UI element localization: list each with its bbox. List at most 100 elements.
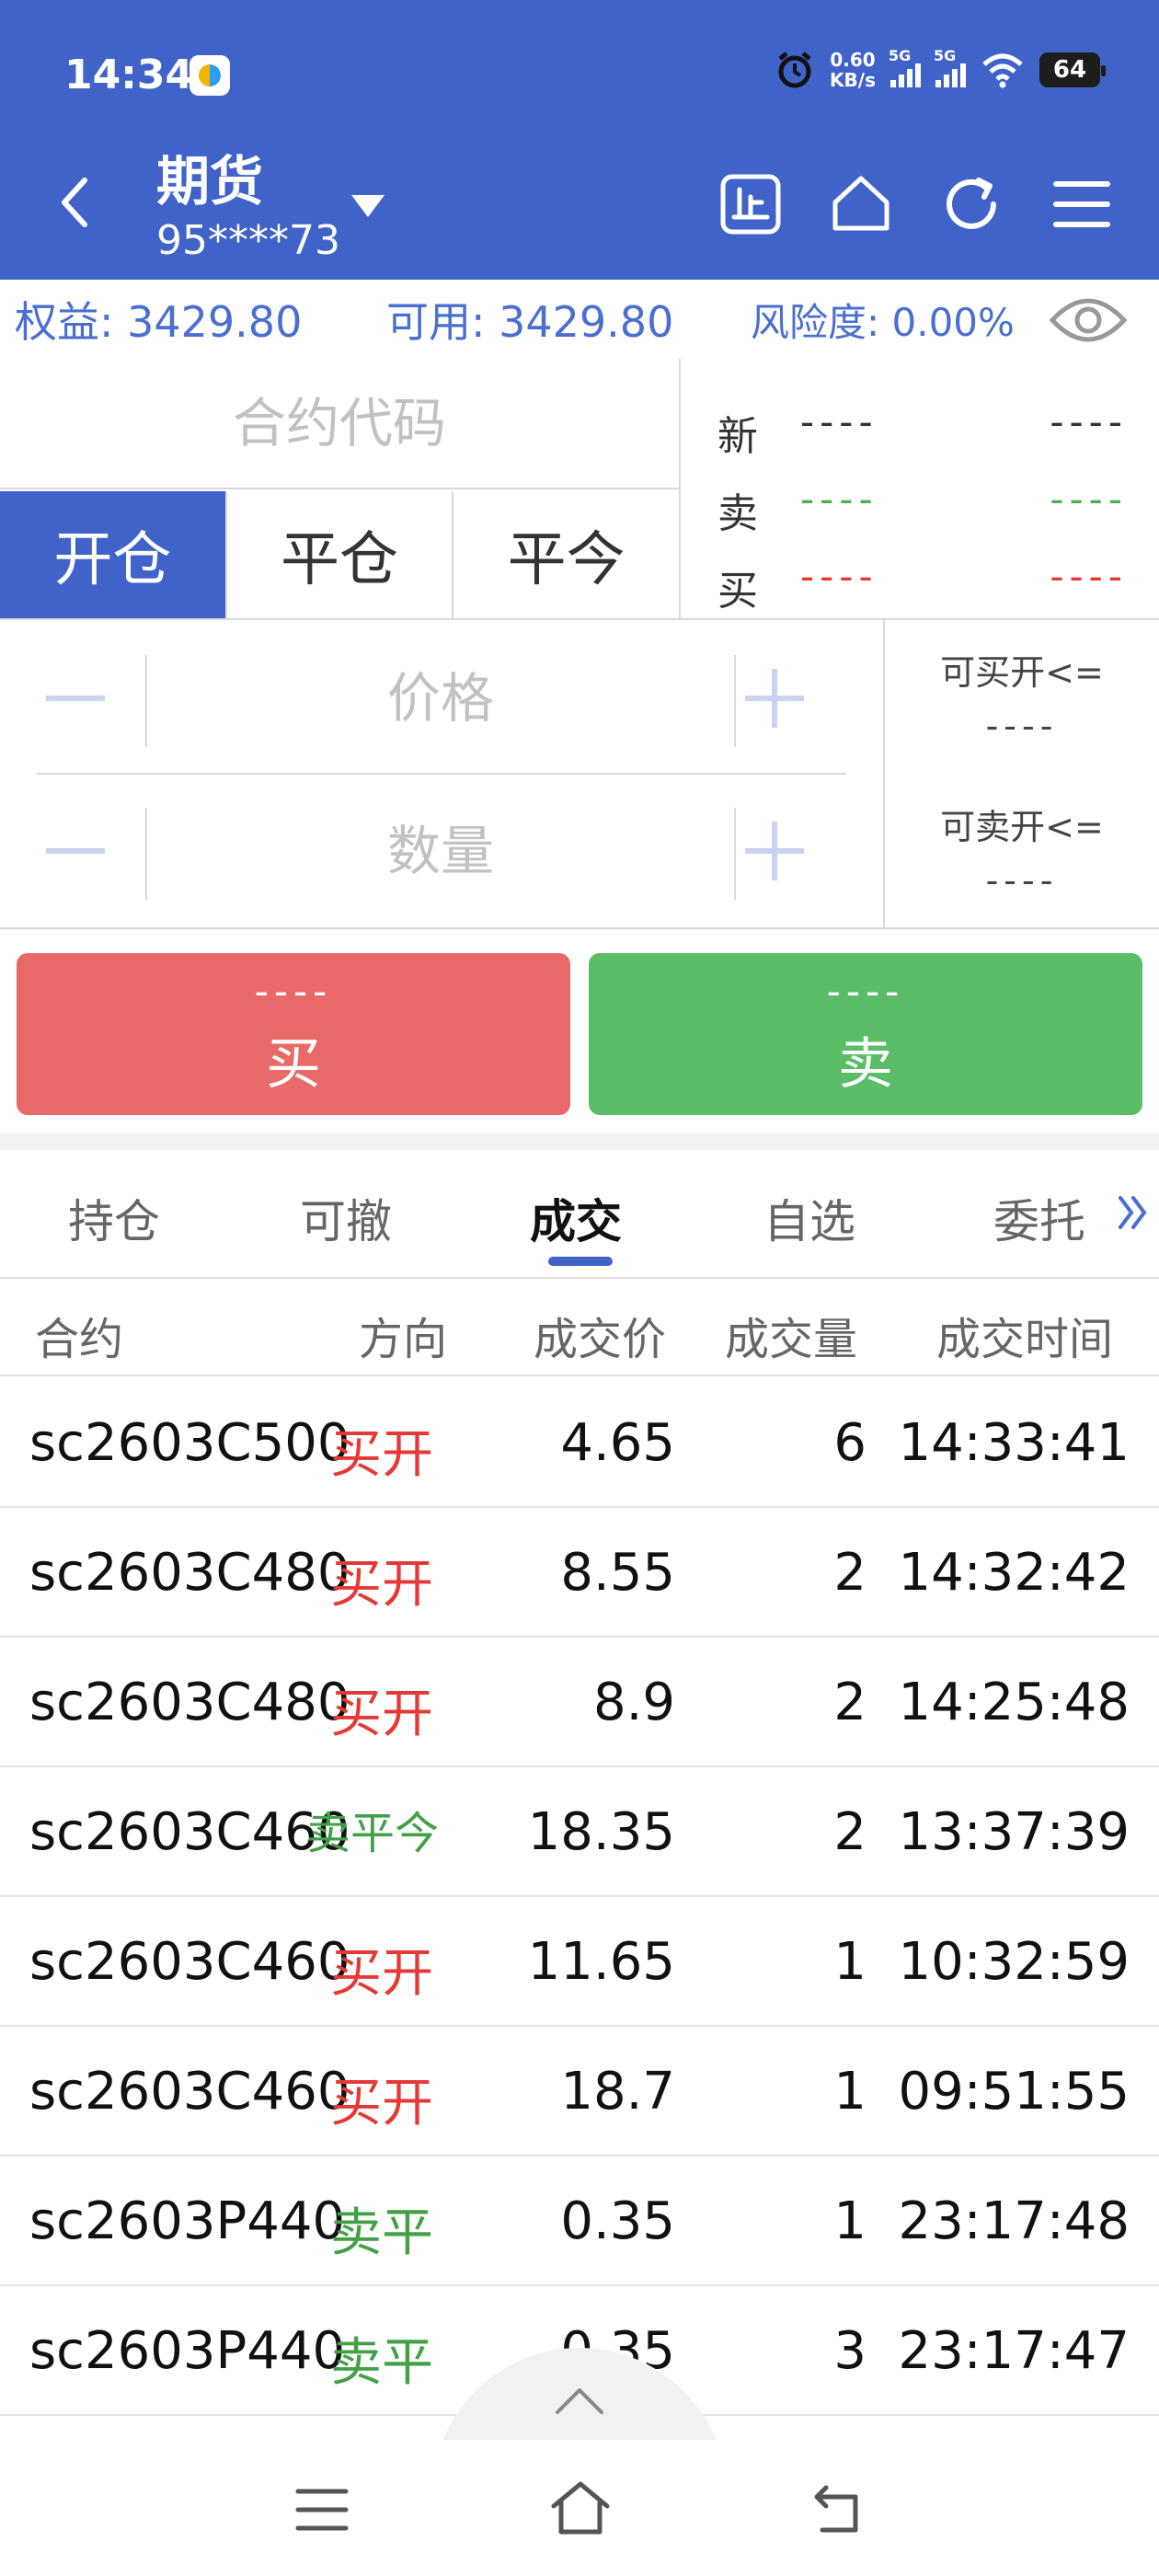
divider [0, 927, 1159, 929]
tab-close[interactable]: 平仓 [227, 491, 454, 618]
stop-order-icon[interactable] [717, 171, 784, 237]
table-row[interactable]: sc2603C460 买开 11.65 1 10:32:59 [0, 1897, 1159, 2027]
cell-direction: 买开 [330, 1685, 433, 1744]
cell-volume: 2 [833, 1673, 866, 1732]
chevron-up-icon[interactable] [552, 2383, 607, 2420]
qty-minus-button[interactable] [37, 791, 147, 911]
tab-positions[interactable]: 持仓 [68, 1185, 160, 1251]
nav-back-icon[interactable] [809, 2480, 865, 2536]
tab-orders[interactable]: 委托 [993, 1185, 1085, 1251]
max-sell-open: 可卖开<= ---- [885, 799, 1159, 901]
buy-button-label: 买 [266, 1032, 321, 1097]
tab-watchlist[interactable]: 自选 [763, 1185, 855, 1251]
alarm-icon [778, 52, 811, 88]
nav-home-icon[interactable] [548, 2478, 613, 2537]
account-dropdown-icon[interactable] [351, 195, 384, 217]
cell-time: 14:32:42 [898, 1543, 1130, 1603]
cell-contract: sc2603C460 [29, 1802, 350, 1862]
contract-code-input[interactable] [0, 359, 679, 489]
sell-button[interactable]: ---- 卖 [589, 953, 1142, 1115]
divider [0, 618, 1159, 620]
quote-row-new: 新 ---- ---- [681, 386, 1159, 464]
cell-time: 23:17:48 [898, 2191, 1130, 2251]
home-icon[interactable] [828, 171, 894, 237]
refresh-icon[interactable] [938, 171, 1004, 237]
buy-button[interactable]: ---- 买 [17, 953, 570, 1115]
status-indicators: 0.60 KB/s 5G 5G 64 [775, 47, 1106, 91]
cell-contract: sc2603P440 [29, 2321, 346, 2381]
cell-contract: sc2603C460 [29, 2062, 350, 2122]
quote-row-sell: 卖 ---- ---- [681, 464, 1159, 541]
available-value: 可用: 3429.80 [386, 297, 674, 347]
speed-unit: KB/s [830, 69, 876, 91]
cell-price: 18.7 [560, 2062, 675, 2122]
cell-price: 4.65 [560, 1413, 675, 1473]
signal-icon-2: 5G [934, 47, 966, 87]
status-time: 14:34 [64, 52, 194, 98]
quote-vol-new: ---- [1050, 399, 1128, 444]
table-row[interactable]: sc2603C480 买开 8.55 2 14:32:42 [0, 1508, 1159, 1638]
app-notification-icon [189, 55, 230, 96]
cell-contract: sc2603C460 [29, 1932, 350, 1992]
quote-label-sell: 卖 [717, 490, 758, 537]
divider [145, 655, 147, 747]
quote-price-buy: ---- [800, 554, 878, 599]
active-tab-indicator [548, 1257, 613, 1266]
tab-open[interactable]: 开仓 [0, 491, 227, 618]
table-header: 合约 方向 成交价 成交量 成交时间 [0, 1281, 1159, 1376]
cell-volume: 1 [833, 1932, 866, 1992]
price-input[interactable] [149, 648, 732, 749]
cell-direction: 卖平 [330, 2203, 433, 2263]
eye-icon[interactable] [1049, 285, 1128, 355]
cell-volume: 2 [833, 1802, 866, 1862]
divider [37, 773, 846, 775]
quote-vol-buy: ---- [1050, 554, 1128, 599]
table-row[interactable]: sc2603C500 买开 4.65 6 14:33:41 [0, 1378, 1159, 1508]
app-header: 14:34 0.60 KB/s 5G 5G 64 期货 95****73 [0, 0, 1159, 280]
max-sell-value: ---- [985, 860, 1059, 901]
speed-value: 0.60 [830, 49, 876, 71]
signal-label-2: 5G [934, 47, 957, 64]
wifi-icon [982, 53, 1023, 88]
cell-volume: 1 [833, 2191, 866, 2251]
table-row[interactable]: sc2603C480 买开 8.9 2 14:25:48 [0, 1638, 1159, 1767]
max-buy-label: 可买开<= [940, 652, 1104, 693]
double-chevron-right-icon[interactable] [1115, 1187, 1152, 1238]
cell-direction: 卖平今 [305, 1808, 439, 1859]
cell-direction: 卖平 [330, 2333, 433, 2393]
recent-apps-icon[interactable] [294, 2484, 350, 2536]
max-sell-label: 可卖开<= [940, 807, 1104, 847]
menu-icon[interactable] [1049, 171, 1115, 237]
quote-panel: 新 ---- ---- 卖 ---- ---- 买 ---- ---- [681, 359, 1159, 618]
cell-time: 09:51:55 [898, 2062, 1130, 2122]
quote-vol-sell: ---- [1050, 477, 1128, 522]
table-row[interactable]: sc2603C460 卖平今 18.35 2 13:37:39 [0, 1767, 1159, 1897]
account-id[interactable]: 95****73 [156, 217, 340, 264]
cell-contract: sc2603C480 [29, 1543, 350, 1603]
trades-table: sc2603C500 买开 4.65 6 14:33:41 sc2603C480… [0, 1378, 1159, 2416]
quote-label-new: 新 [717, 413, 758, 460]
table-row[interactable]: sc2603C460 买开 18.7 1 09:51:55 [0, 2027, 1159, 2156]
table-row[interactable]: sc2603P440 卖平 0.35 1 23:17:48 [0, 2156, 1159, 2286]
quote-price-new: ---- [800, 399, 878, 444]
cell-contract: sc2603C480 [29, 1673, 350, 1732]
equity-bar: 权益: 3429.80 可用: 3429.80 风险度: 0.00% [0, 280, 1159, 359]
cell-volume: 3 [833, 2321, 866, 2381]
cell-direction: 买开 [330, 1944, 433, 2004]
tab-trades[interactable]: 成交 [530, 1185, 622, 1251]
price-minus-button[interactable] [37, 638, 147, 758]
equity-value: 权益: 3429.80 [15, 297, 303, 347]
cell-price: 0.35 [560, 2191, 675, 2251]
cell-time: 13:37:39 [898, 1802, 1130, 1862]
qty-input[interactable] [149, 800, 732, 902]
tab-close-today[interactable]: 平今 [453, 491, 679, 618]
cell-volume: 2 [833, 1543, 866, 1603]
risk-value: 风险度: 0.00% [751, 299, 1015, 345]
qty-plus-button[interactable] [736, 791, 846, 911]
price-plus-button[interactable] [736, 638, 846, 758]
header-contract: 合约 [35, 1314, 124, 1365]
cell-direction: 买开 [330, 1555, 433, 1615]
cell-price: 11.65 [527, 1932, 675, 1992]
back-icon[interactable] [55, 175, 92, 230]
tab-cancelable[interactable]: 可撤 [300, 1185, 392, 1251]
